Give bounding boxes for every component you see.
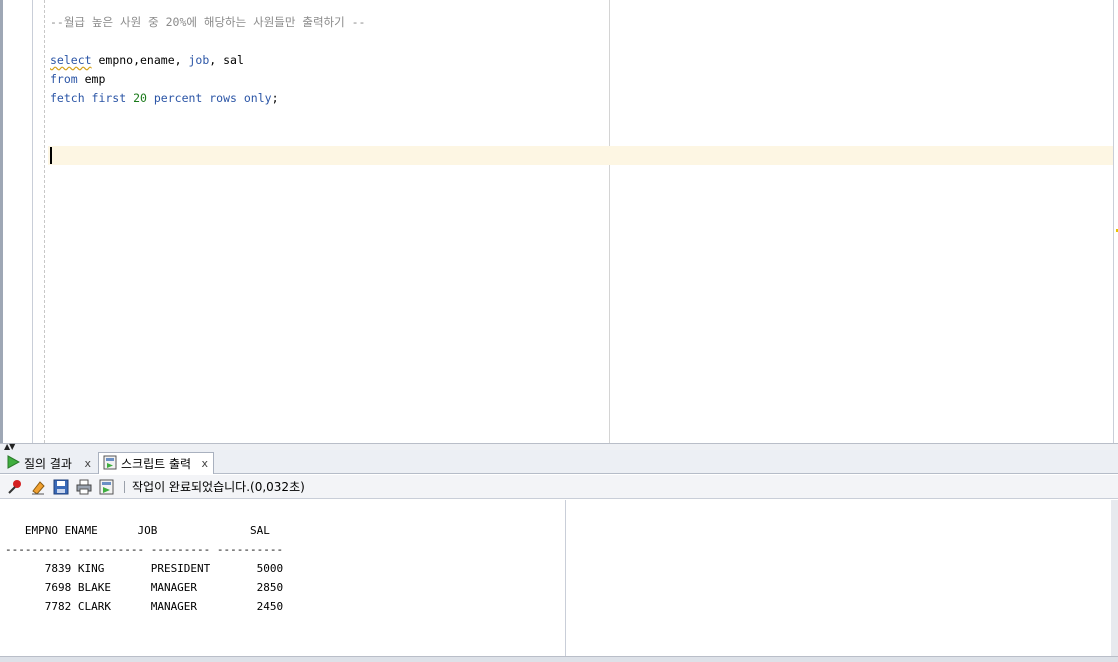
tab-label: 스크립트 출력 bbox=[121, 457, 192, 471]
result-rule: ---------- ---------- --------- --------… bbox=[5, 543, 284, 556]
script-output-panel[interactable]: EMPNO ENAME JOB SAL ---------- ----------… bbox=[0, 500, 1118, 662]
code-line-from[interactable]: from emp bbox=[50, 70, 105, 89]
output-tabbar: 질의 결과 x 스크립트 출력 x bbox=[0, 450, 1118, 474]
right-margin-guide bbox=[609, 0, 610, 443]
result-text[interactable]: EMPNO ENAME JOB SAL ---------- ----------… bbox=[5, 521, 283, 616]
select-columns-rest: , sal bbox=[209, 53, 244, 67]
select-columns: empno,ename, bbox=[91, 53, 189, 67]
code-line-select[interactable]: select empno,ename, job, sal bbox=[50, 51, 244, 70]
result-row: 7782 CLARK MANAGER 2450 bbox=[5, 600, 284, 613]
result-header: EMPNO ENAME JOB SAL bbox=[5, 524, 270, 537]
print-icon[interactable] bbox=[75, 478, 93, 496]
sql-editor[interactable]: --월급 높은 사원 중 20%에 해당하는 사원들만 출력하기 -- sele… bbox=[0, 0, 1118, 443]
code-line-fetch[interactable]: fetch first 20 percent rows only; bbox=[50, 89, 279, 108]
save-icon[interactable] bbox=[52, 478, 70, 496]
tab-label: 질의 결과 bbox=[24, 456, 72, 471]
keyword-from: from bbox=[50, 72, 78, 86]
pin-icon[interactable] bbox=[6, 478, 24, 496]
code-line-comment[interactable]: --월급 높은 사원 중 20%에 해당하는 사원들만 출력하기 -- bbox=[50, 13, 365, 32]
keyword-percent-rows-only: percent rows only bbox=[153, 91, 272, 105]
vertical-scrollbar[interactable] bbox=[1111, 500, 1118, 656]
text-caret bbox=[50, 147, 52, 164]
horizontal-scrollbar[interactable] bbox=[0, 656, 1118, 662]
keyword-job: job bbox=[188, 53, 210, 67]
result-row: 7698 BLAKE MANAGER 2850 bbox=[5, 581, 284, 594]
eraser-icon[interactable] bbox=[29, 478, 47, 496]
open-script-icon[interactable] bbox=[98, 478, 116, 496]
keyword-fetch-first: fetch first bbox=[50, 91, 127, 105]
current-line-highlight bbox=[48, 146, 1113, 165]
status-message: 작업이 완료되었습니다.(0,032초) bbox=[132, 480, 305, 494]
editor-right-edge bbox=[1113, 0, 1114, 443]
result-row: 7839 KING PRESIDENT 5000 bbox=[5, 562, 284, 575]
fold-guide bbox=[44, 0, 45, 443]
tab-close-button[interactable]: x bbox=[78, 457, 91, 470]
statement-terminator: ; bbox=[271, 91, 279, 105]
panel-splitter[interactable]: ▲▼ bbox=[0, 443, 1118, 451]
gutter-border bbox=[32, 0, 33, 443]
tab-close-button[interactable]: x bbox=[195, 457, 208, 470]
tab-script-output[interactable]: 스크립트 출력 x bbox=[98, 452, 214, 474]
script-output-icon bbox=[103, 455, 117, 473]
keyword-select: select bbox=[50, 53, 92, 67]
from-table: emp bbox=[77, 72, 106, 86]
toolbar-separator bbox=[124, 480, 125, 493]
tab-query-result[interactable]: 질의 결과 x bbox=[2, 452, 96, 474]
output-toolbar: 작업이 완료되었습니다.(0,032초) bbox=[0, 475, 1118, 499]
fetch-number: 20 bbox=[126, 91, 154, 105]
play-icon bbox=[6, 454, 21, 472]
output-divider bbox=[565, 500, 566, 656]
